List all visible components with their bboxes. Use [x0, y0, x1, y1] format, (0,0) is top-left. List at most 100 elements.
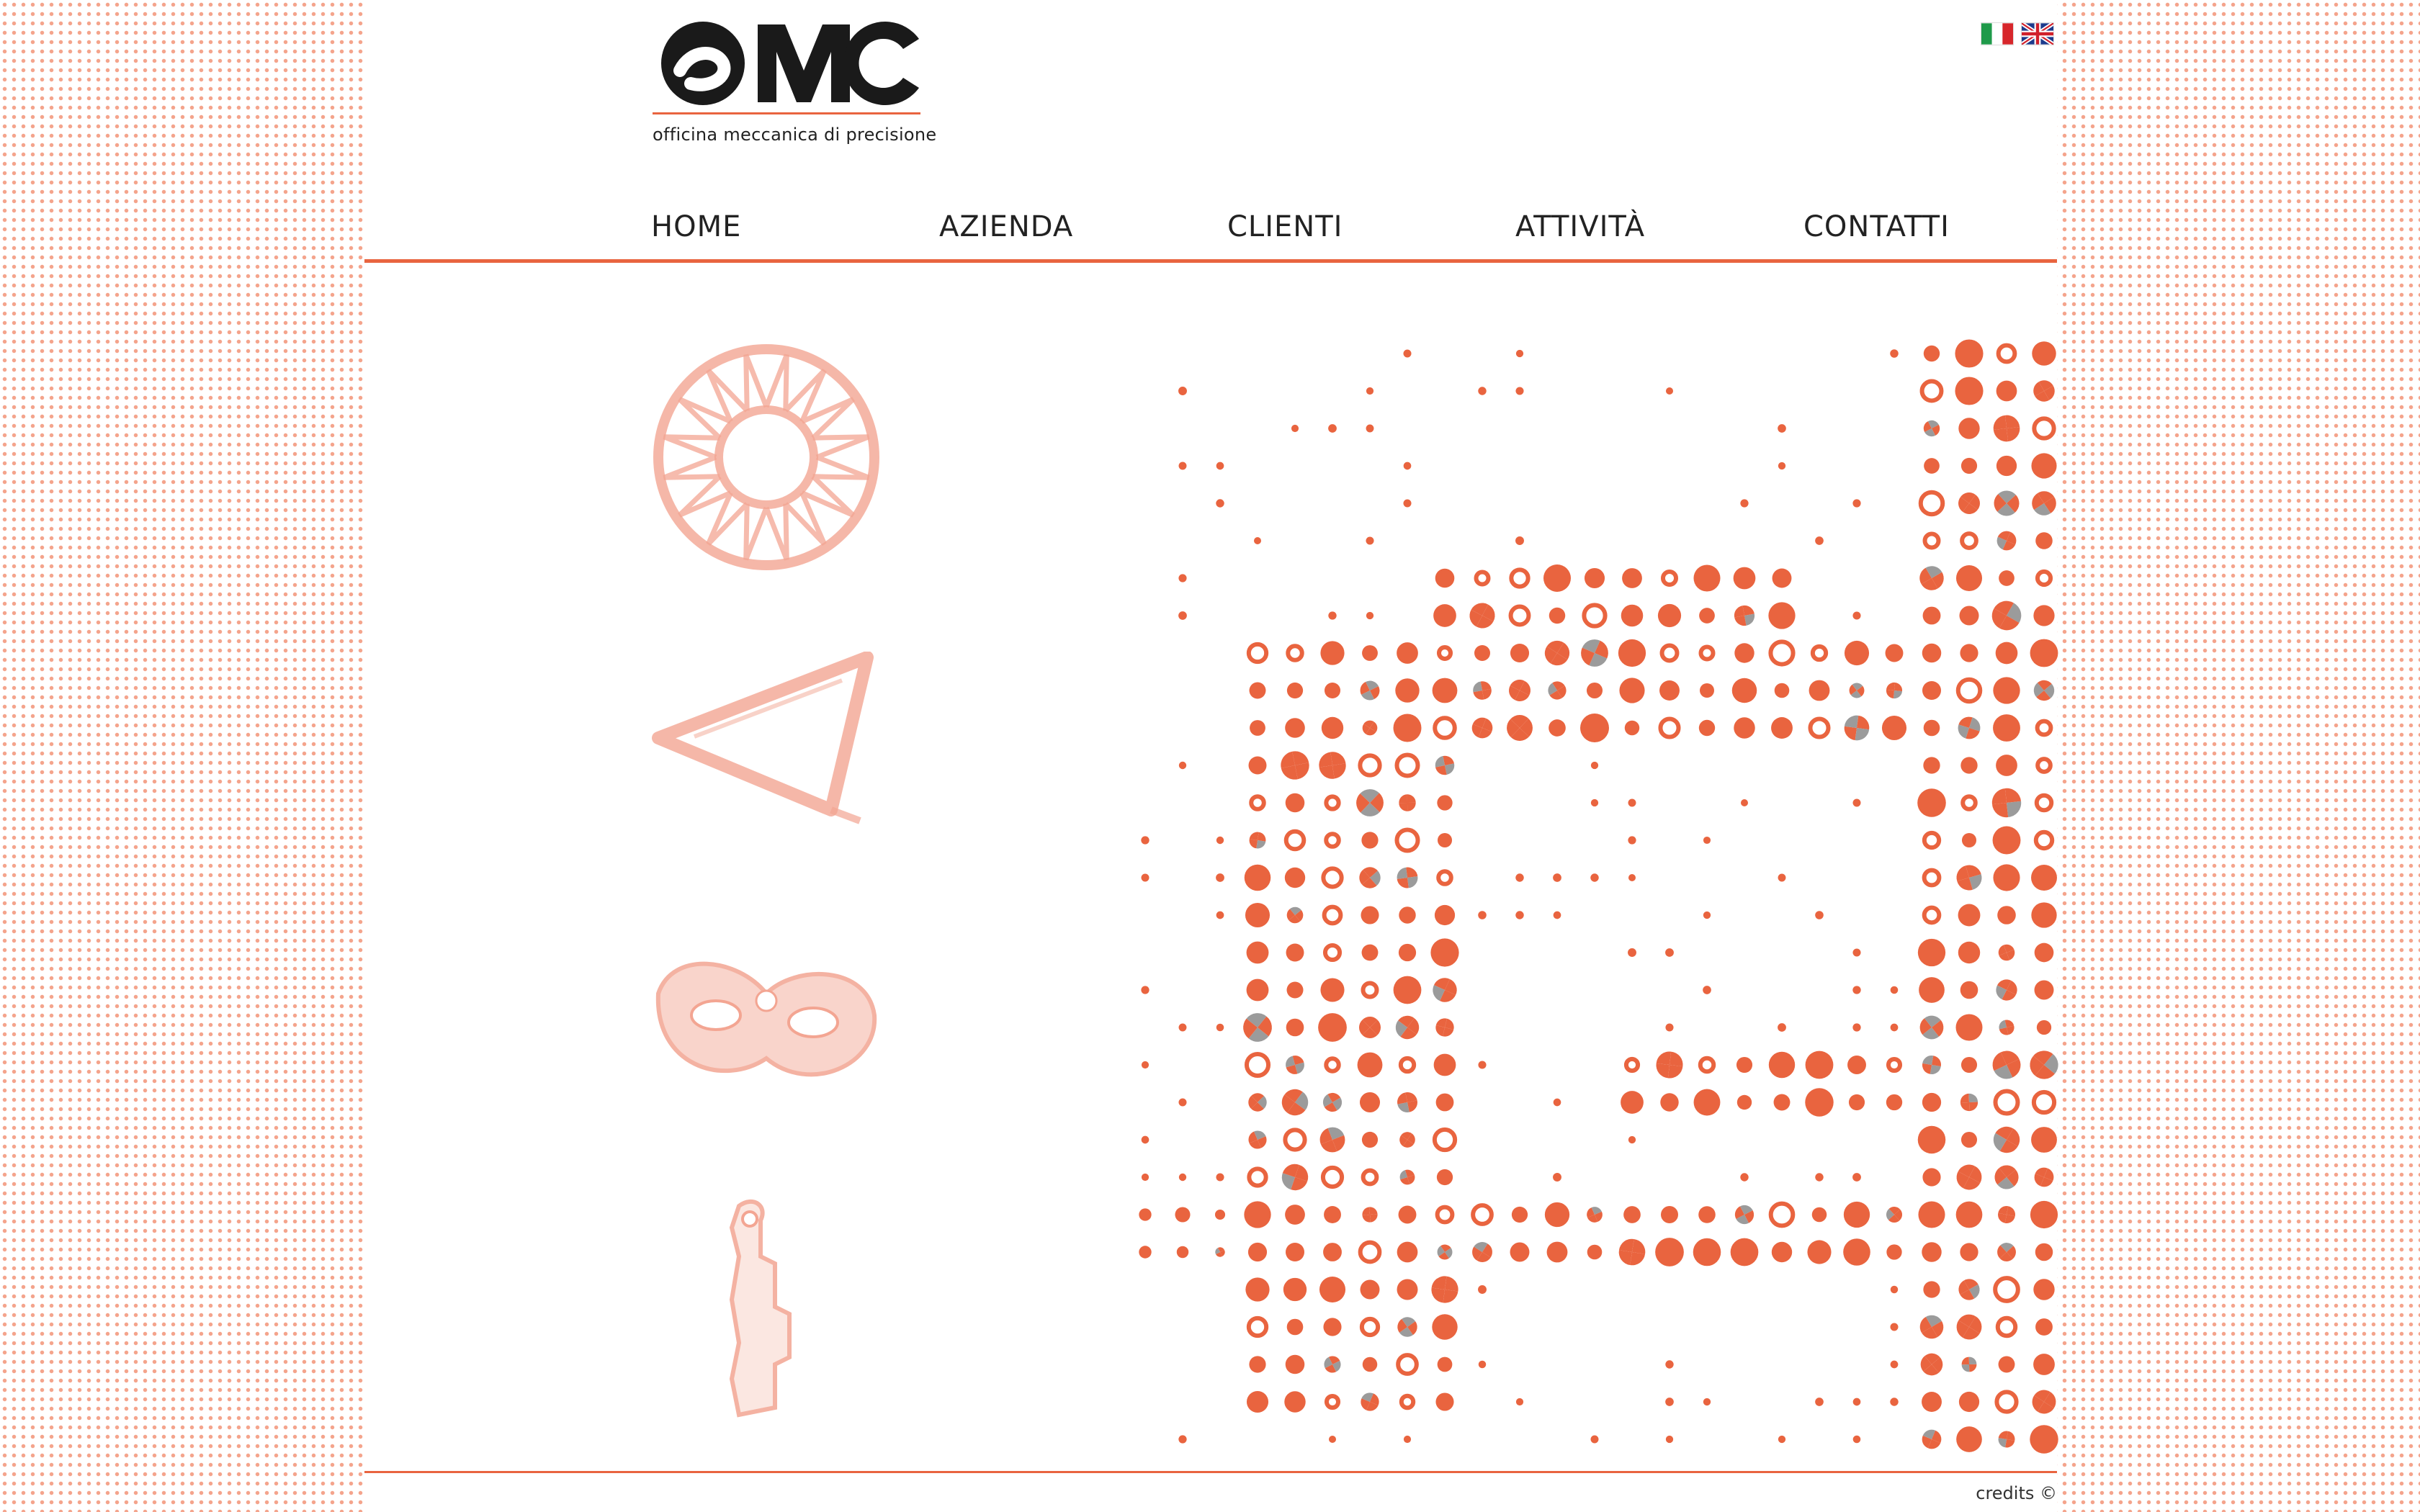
pattern-dot	[1362, 645, 1378, 661]
pattern-dot	[1924, 458, 1940, 474]
pattern-pinwheel	[2033, 380, 2055, 402]
nav-home[interactable]: HOME	[651, 210, 741, 243]
logo[interactable]: officina meccanica di precisione	[651, 20, 936, 150]
pattern-dot	[1328, 611, 1337, 620]
pattern-dot	[1768, 602, 1796, 629]
gear-ring-part-icon[interactable]	[651, 342, 882, 572]
pattern-dot	[1885, 644, 1904, 662]
pattern-dot	[1178, 1173, 1187, 1182]
pattern-dot	[1432, 678, 1458, 703]
pattern-dot	[1324, 682, 1341, 699]
pattern-dot	[1852, 1435, 1861, 1444]
pattern-dot	[1286, 981, 1304, 999]
pattern-pinwheel	[1249, 832, 1266, 849]
pattern-dot	[1736, 1056, 1753, 1074]
pattern-dot	[1698, 1206, 1716, 1223]
pattern-pinwheel	[1919, 1315, 1944, 1339]
pattern-dot	[1693, 564, 1721, 592]
pattern-ring	[1808, 716, 1831, 739]
pattern-dot	[1285, 1205, 1305, 1225]
bracket-part-icon[interactable]	[651, 652, 882, 832]
pattern-dot	[1515, 873, 1524, 882]
nav-contatti[interactable]: CONTATTI	[1803, 210, 1950, 243]
pattern-dot	[1778, 1023, 1786, 1032]
pattern-dot	[1324, 1206, 1341, 1223]
pattern-dot	[1844, 640, 1870, 666]
pattern-ring	[1768, 1201, 1796, 1228]
pattern-dot	[1955, 564, 1983, 592]
pattern-ring	[1960, 794, 1978, 811]
pattern-dot	[1285, 718, 1305, 738]
nav-azienda[interactable]: AZIENDA	[939, 210, 1073, 243]
pattern-dot	[1628, 948, 1636, 957]
pattern-dot	[1176, 1246, 1189, 1259]
pattern-dot	[1178, 1435, 1187, 1444]
english-flag-icon[interactable]	[2022, 23, 2053, 45]
pattern-ring	[1283, 829, 1307, 852]
pattern-dot	[1852, 948, 1861, 957]
pattern-dot	[1848, 1094, 1865, 1111]
pattern-dot	[1660, 1205, 1679, 1224]
pattern-ring	[1922, 905, 1942, 925]
pattern-dot	[1286, 1318, 1304, 1336]
pattern-dot	[1811, 1207, 1827, 1223]
italian-flag-icon[interactable]	[1981, 23, 2013, 45]
pattern-dot	[1141, 986, 1150, 994]
pattern-dot	[1852, 986, 1861, 994]
pattern-pinwheel	[1395, 1015, 1420, 1040]
pattern-dot	[1510, 1242, 1530, 1262]
pattern-pinwheel	[1435, 755, 1455, 775]
pattern-dot	[1886, 1094, 1903, 1111]
mask-part-icon[interactable]	[651, 950, 882, 1094]
pattern-dot	[1624, 720, 1640, 736]
pattern-dot	[1922, 1242, 1942, 1262]
pattern-pinwheel	[1472, 1242, 1492, 1262]
pattern-ring	[1698, 644, 1716, 662]
pattern-dot	[1621, 604, 1644, 627]
pattern-dot	[1510, 643, 1530, 663]
pattern-dot	[1284, 867, 1306, 888]
pattern-dot	[1995, 642, 2018, 665]
credits-link[interactable]: credits ©	[1976, 1483, 2057, 1503]
pattern-dot	[1805, 1088, 1834, 1117]
pattern-dot	[1245, 902, 1270, 928]
pattern-pinwheel	[1886, 682, 1903, 699]
shaft-part-icon[interactable]	[710, 1199, 825, 1422]
pattern-pinwheel	[1991, 600, 2022, 631]
pattern-dot	[1253, 536, 1262, 545]
pattern-pinwheel	[1281, 751, 1309, 780]
pattern-ring	[1358, 753, 1382, 778]
pattern-pinwheel	[1362, 720, 1378, 736]
pattern-ring	[2035, 569, 2053, 588]
pattern-dot	[1587, 1244, 1603, 1260]
pattern-dot	[1958, 904, 1981, 927]
pattern-dot	[1283, 1277, 1307, 1302]
pattern-dot	[1996, 455, 2017, 477]
pattern-ring	[1996, 343, 2017, 364]
pattern-dot	[1955, 1014, 1983, 1041]
pattern-ring	[1359, 1316, 1381, 1338]
pattern-dot	[1393, 976, 1422, 1004]
pattern-dot	[1703, 1398, 1711, 1406]
pattern-dot	[2033, 1354, 2055, 1375]
pattern-ring	[1623, 1056, 1641, 1074]
pattern-pinwheel	[1358, 1016, 1381, 1039]
pattern-ring	[1361, 1168, 1379, 1187]
nav-clienti[interactable]: CLIENTI	[1227, 210, 1343, 243]
pattern-dot	[1734, 643, 1754, 663]
pattern-dot	[1250, 720, 1265, 736]
page-container: officina meccanica di precisione HOME AZ…	[364, 0, 2058, 1512]
pattern-dot	[1244, 1201, 1271, 1228]
pattern-dot	[1478, 1360, 1487, 1369]
pattern-pinwheel	[1734, 605, 1755, 626]
pattern-pinwheel	[1360, 680, 1380, 701]
nav-attivita[interactable]: ATTIVITÀ	[1515, 210, 1645, 243]
pattern-pinwheel	[1587, 1207, 1603, 1223]
pattern-pinwheel	[1509, 680, 1531, 701]
pattern-dot	[1703, 911, 1711, 919]
pattern-dot	[1628, 873, 1636, 882]
pattern-dot	[1432, 1314, 1458, 1340]
pattern-pinwheel	[1322, 1092, 1343, 1112]
pattern-dot	[1852, 1023, 1861, 1032]
pattern-dot	[1919, 977, 1945, 1003]
